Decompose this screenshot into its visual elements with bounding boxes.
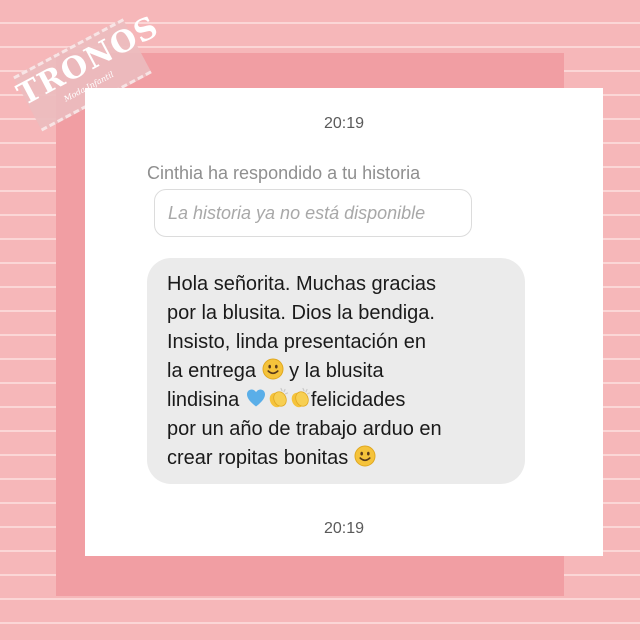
smiling-face-emoji: [262, 358, 284, 380]
timestamp-top: 20:19: [323, 115, 365, 132]
message-line: la entrega y la blusita: [167, 357, 509, 386]
message-line: por la blusita. Dios la bendiga.: [167, 302, 435, 324]
clapping-hands-emoji: [267, 387, 289, 409]
message-text: y la blusita: [289, 360, 384, 382]
message-text: la entrega: [167, 360, 256, 382]
story-reply-label: Cinthia ha respondido a tu historia: [147, 163, 421, 183]
message-line: Insisto, linda presentación en: [167, 331, 427, 353]
chat-screenshot-card: 20:19 Cinthia ha respondido a tu histori…: [85, 88, 603, 556]
timestamp-bottom: 20:19: [323, 520, 365, 537]
message-line: crear ropitas bonitas: [167, 444, 509, 473]
message-line: Hola señorita. Muchas gracias: [167, 273, 437, 295]
message-line: por un año de trabajo arduo en: [167, 418, 442, 440]
message-text: lindisina: [167, 389, 240, 411]
blue-heart-emoji: [245, 387, 267, 409]
message-line: lindisina felicidades: [167, 386, 509, 415]
story-unavailable-box[interactable]: La historia ya no está disponible: [154, 189, 472, 237]
message-text: felicidades: [310, 389, 406, 411]
message-text: crear ropitas bonitas: [167, 447, 349, 469]
message-bubble[interactable]: Hola señorita. Muchas gracias por la blu…: [147, 258, 525, 484]
smiling-face-emoji: [354, 445, 376, 467]
clapping-hands-emoji: [289, 387, 311, 409]
